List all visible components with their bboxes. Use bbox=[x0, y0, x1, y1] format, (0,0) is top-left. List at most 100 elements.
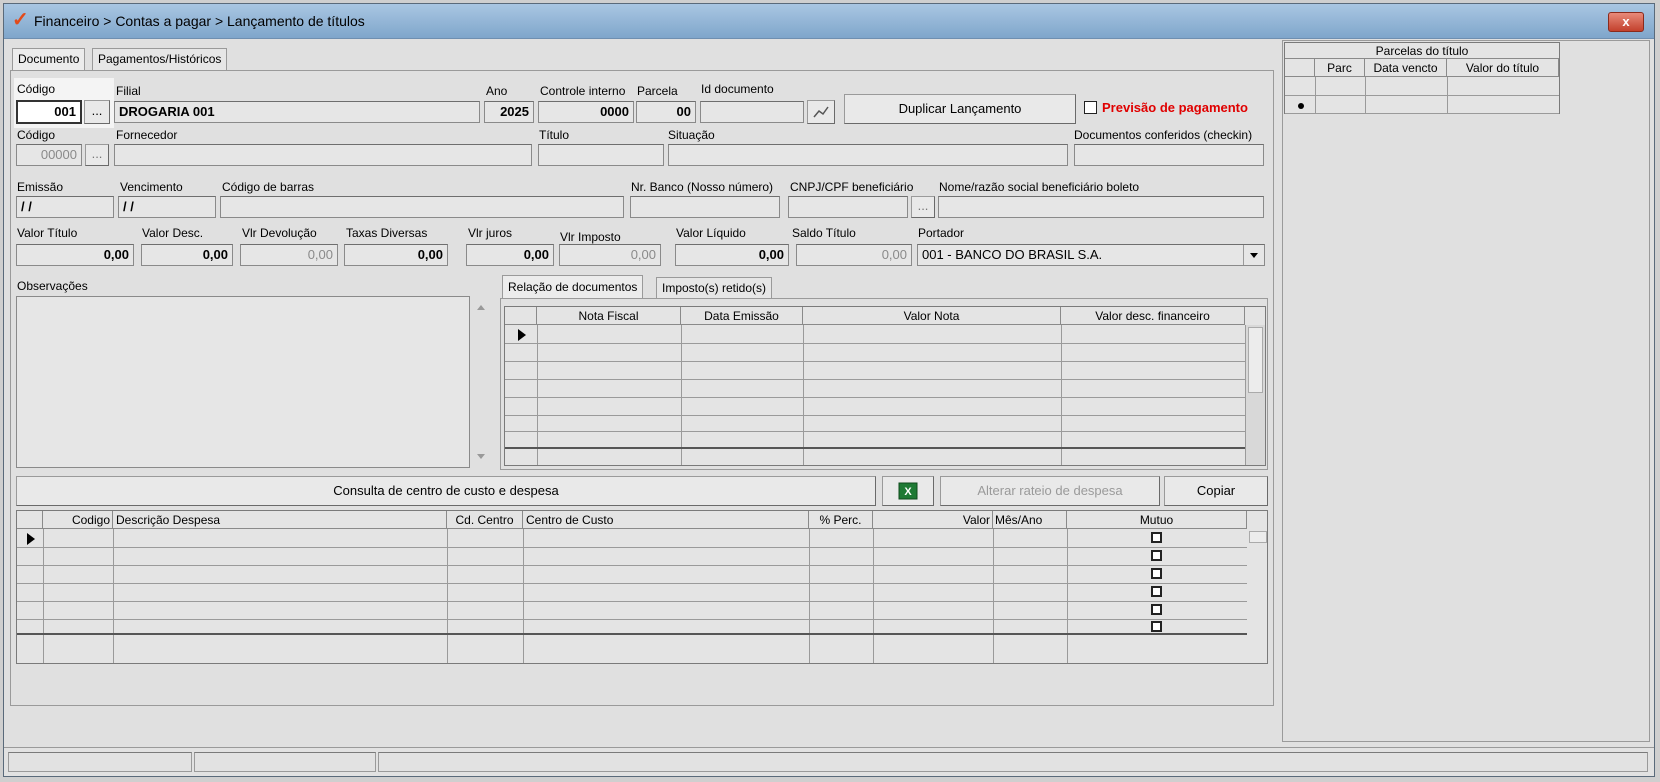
documentos-grid: Nota Fiscal Data Emissão Valor Nota Valo… bbox=[504, 306, 1266, 466]
titulo-field[interactable] bbox=[538, 144, 664, 166]
emissao-field[interactable]: / / bbox=[16, 196, 114, 218]
valor-liquido-field: 0,00 bbox=[675, 244, 789, 266]
svg-text:X: X bbox=[904, 486, 912, 498]
nr-banco-field[interactable] bbox=[630, 196, 780, 218]
cnpj-cpf-field[interactable] bbox=[788, 196, 908, 218]
fornecedor-label: Fornecedor bbox=[116, 128, 178, 142]
cnpj-lookup-button[interactable]: ... bbox=[911, 196, 935, 218]
despesa-header-descricao[interactable]: Descrição Despesa bbox=[113, 511, 447, 529]
despesa-header-mes-ano[interactable]: Mês/Ano bbox=[993, 511, 1067, 529]
parcelas-title: Parcelas do título bbox=[1285, 43, 1559, 59]
despesa-header-centro-custo[interactable]: Centro de Custo bbox=[523, 511, 809, 529]
docs-grid-scrollbar[interactable] bbox=[1245, 325, 1265, 465]
valor-desc-field[interactable]: 0,00 bbox=[141, 244, 233, 266]
codigo-lookup-button[interactable]: ... bbox=[84, 100, 110, 124]
cnpj-cpf-label: CNPJ/CPF beneficiário bbox=[790, 180, 914, 194]
docs-header-valor-desc[interactable]: Valor desc. financeiro bbox=[1061, 307, 1245, 325]
observacoes-scrollbar[interactable] bbox=[472, 296, 490, 468]
despesa-header-cd-centro[interactable]: Cd. Centro bbox=[447, 511, 523, 529]
observacoes-textarea[interactable] bbox=[16, 296, 470, 468]
codigo-input[interactable]: 001 bbox=[16, 100, 82, 124]
tab-documento[interactable]: Documento bbox=[12, 48, 86, 70]
codigo-barras-label: Código de barras bbox=[222, 180, 315, 194]
docs-header-valor-nota[interactable]: Valor Nota bbox=[803, 307, 1061, 325]
valor-titulo-field[interactable]: 0,00 bbox=[16, 244, 134, 266]
parcelas-grid: Parcelas do título Parc Data vencto Valo… bbox=[1284, 42, 1560, 114]
current-row-arrow-icon bbox=[518, 329, 526, 341]
close-button[interactable]: x bbox=[1608, 12, 1644, 32]
controle-interno-field: 0000 bbox=[538, 101, 634, 123]
alterar-rateio-button[interactable]: Alterar rateio de despesa bbox=[940, 476, 1160, 506]
parcelas-header-data-vencto[interactable]: Data vencto bbox=[1365, 59, 1447, 77]
portador-label: Portador bbox=[918, 226, 965, 240]
ano-field[interactable]: 2025 bbox=[484, 101, 534, 123]
parcela-field: 00 bbox=[636, 101, 696, 123]
documentos-conferidos-field bbox=[1074, 144, 1264, 166]
scroll-down-arrow-icon[interactable] bbox=[472, 448, 490, 464]
despesa-grid: Codigo Descrição Despesa Cd. Centro Cent… bbox=[16, 510, 1268, 664]
id-documento-label: Id documento bbox=[701, 82, 774, 96]
vencimento-field[interactable]: / / bbox=[118, 196, 216, 218]
current-row-arrow-icon bbox=[27, 533, 35, 545]
filial-field[interactable]: DROGARIA 001 bbox=[114, 101, 480, 123]
saldo-titulo-field: 0,00 bbox=[796, 244, 912, 266]
filial-label: Filial bbox=[116, 84, 141, 98]
valor-desc-label: Valor Desc. bbox=[142, 226, 204, 240]
parcelas-header-valor-titulo[interactable]: Valor do título bbox=[1447, 59, 1559, 77]
mutuo-checkbox[interactable] bbox=[1151, 550, 1162, 561]
docs-indicator-header bbox=[505, 307, 537, 325]
tab-relacao-documentos[interactable]: Relação de documentos bbox=[502, 275, 644, 299]
ano-label: Ano bbox=[486, 84, 508, 98]
app-check-logo-icon: ✓ bbox=[12, 9, 29, 31]
mutuo-checkbox[interactable] bbox=[1151, 568, 1162, 579]
consulta-centro-custo-button[interactable]: Consulta de centro de custo e despesa bbox=[16, 476, 876, 506]
duplicar-lancamento-button[interactable]: Duplicar Lançamento bbox=[844, 94, 1076, 124]
docs-header-nota-fiscal[interactable]: Nota Fiscal bbox=[537, 307, 681, 325]
docs-grid-scroll-thumb[interactable] bbox=[1248, 327, 1263, 393]
codigo-barras-field[interactable] bbox=[220, 196, 624, 218]
parcelas-header-parc[interactable]: Parc bbox=[1315, 59, 1365, 77]
despesa-indicator-header bbox=[17, 511, 43, 529]
taxas-diversas-label: Taxas Diversas bbox=[346, 226, 428, 240]
fornecedor-field[interactable] bbox=[114, 144, 532, 166]
nome-beneficiario-label: Nome/razão social beneficiário boleto bbox=[939, 180, 1140, 194]
despesa-header-codigo[interactable]: Codigo bbox=[43, 511, 113, 529]
vencimento-label: Vencimento bbox=[120, 180, 183, 194]
despesa-header-mutuo[interactable]: Mutuo bbox=[1067, 511, 1247, 529]
despesa-header-valor[interactable]: Valor bbox=[873, 511, 993, 529]
mutuo-checkbox[interactable] bbox=[1151, 532, 1162, 543]
docs-header-data-emissao[interactable]: Data Emissão bbox=[681, 307, 803, 325]
chart-icon bbox=[813, 106, 829, 118]
vlr-juros-field[interactable]: 0,00 bbox=[466, 244, 554, 266]
parcelas-indicator-header bbox=[1285, 59, 1315, 77]
taxas-diversas-field[interactable]: 0,00 bbox=[344, 244, 448, 266]
mutuo-checkbox[interactable] bbox=[1151, 586, 1162, 597]
nome-beneficiario-field[interactable] bbox=[938, 196, 1264, 218]
portador-dropdown-button[interactable] bbox=[1243, 245, 1263, 265]
despesa-grid-scroll-thumb[interactable] bbox=[1249, 531, 1267, 543]
tab-pagamentos-historicos[interactable]: Pagamentos/Históricos bbox=[92, 48, 228, 70]
fornecedor-lookup-button[interactable]: ... bbox=[85, 144, 109, 166]
titulo-label: Título bbox=[539, 128, 570, 142]
observacoes-label: Observações bbox=[17, 279, 88, 293]
mutuo-checkbox[interactable] bbox=[1151, 621, 1162, 632]
title-bar: ✓ Financeiro > Contas a pagar > Lançamen… bbox=[4, 4, 1654, 39]
vlr-imposto-label: Vlr Imposto bbox=[560, 230, 621, 244]
tab-impostos-retidos[interactable]: Imposto(s) retido(s) bbox=[656, 277, 773, 299]
id-documento-button[interactable] bbox=[807, 100, 835, 124]
vlr-devolucao-label: Vlr Devolução bbox=[242, 226, 317, 240]
new-row-asterisk-icon bbox=[1298, 103, 1304, 109]
despesa-header-perc[interactable]: % Perc. bbox=[809, 511, 873, 529]
id-documento-field[interactable] bbox=[700, 101, 804, 123]
vlr-imposto-field: 0,00 bbox=[559, 244, 661, 266]
fornecedor-codigo-field[interactable]: 00000 bbox=[16, 144, 82, 166]
valor-titulo-label: Valor Título bbox=[17, 226, 78, 240]
mutuo-checkbox[interactable] bbox=[1151, 604, 1162, 615]
fornecedor-codigo-label: Código bbox=[17, 128, 56, 142]
portador-select[interactable]: 001 - BANCO DO BRASIL S.A. bbox=[917, 244, 1265, 266]
copiar-button[interactable]: Copiar bbox=[1164, 476, 1268, 506]
previsao-pagamento-checkbox[interactable] bbox=[1084, 101, 1097, 114]
excel-export-button[interactable]: X bbox=[882, 476, 934, 506]
window-title: Financeiro > Contas a pagar > Lançamento… bbox=[34, 13, 365, 29]
scroll-up-arrow-icon[interactable] bbox=[472, 300, 490, 316]
